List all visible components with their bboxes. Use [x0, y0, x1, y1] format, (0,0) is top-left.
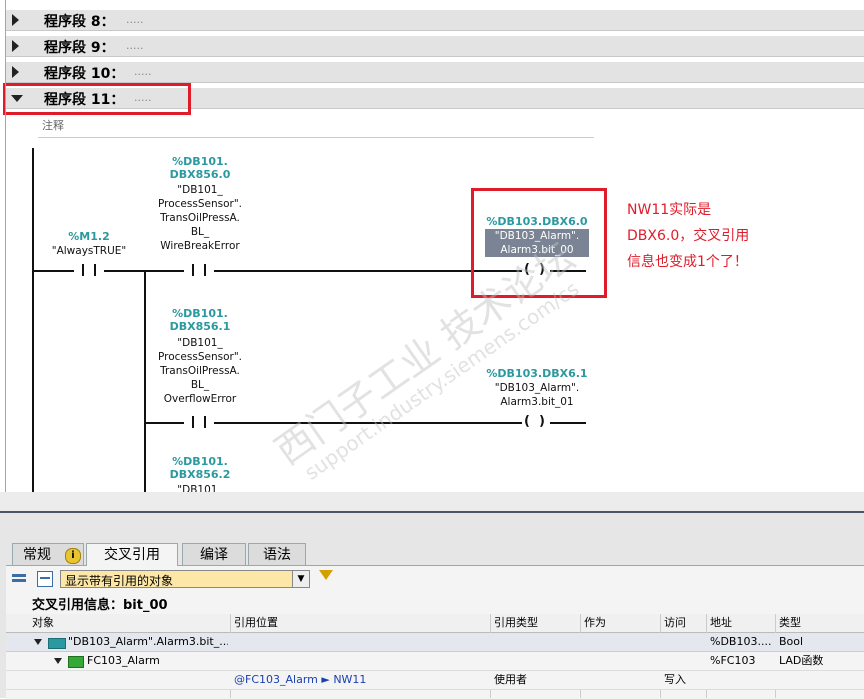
row-object[interactable]: "DB103_Alarm".Alarm3.bit_...	[68, 633, 228, 651]
info-icon: i	[65, 548, 81, 564]
tab-label: 编译	[200, 547, 228, 563]
tag-icon	[48, 638, 66, 649]
col-header-type[interactable]: 类型	[779, 614, 801, 632]
row-access: 写入	[664, 673, 686, 686]
contact-address: %M1.2	[68, 230, 110, 243]
coil-address: %DB103.DBX6.1	[486, 367, 588, 380]
tag-line: OverflowError	[163, 393, 237, 405]
tag-line: "DB101_	[177, 337, 223, 349]
highlight-box-network	[3, 83, 191, 115]
grid-header	[6, 614, 864, 633]
col-header-location[interactable]: 引用位置	[234, 614, 278, 632]
tag-line: "DB103_Alarm".	[494, 382, 580, 394]
expand-arrow-icon[interactable]	[12, 14, 19, 26]
row-location-link[interactable]: @FC103_Alarm ► NW11	[234, 671, 366, 689]
annotation-line: NW11实际是	[627, 202, 712, 218]
row-address: %DB103....	[710, 635, 772, 648]
tag-line: BL_	[190, 226, 210, 238]
filter-value: 显示带有引用的对象	[65, 574, 174, 588]
row-object[interactable]: FC103_Alarm	[87, 652, 160, 670]
address-line: %DB101.	[172, 455, 228, 468]
network-row-10[interactable]: 程序段 10： .....	[6, 62, 864, 83]
network-comment-field[interactable]: 注释	[38, 115, 594, 138]
address-line: %DB101.	[172, 307, 228, 320]
annotation-note: NW11实际是 DBX6.0，交叉引用 信息也变成1个了！	[627, 197, 749, 275]
tag-line: ProcessSensor".	[158, 198, 242, 210]
network-title: 程序段 10：	[44, 66, 125, 82]
tag-line: "DB101_	[177, 484, 223, 492]
coil-bit01[interactable]: ( )	[524, 415, 550, 429]
tab-label: 交叉引用	[104, 547, 160, 563]
tab-label: 语法	[263, 547, 291, 563]
contact-tag-name: "AlwaysTRUE"	[51, 245, 127, 257]
tag-line: Alarm3.bit_01	[500, 396, 574, 408]
tab-cross-reference[interactable]: 交叉引用	[86, 543, 178, 566]
filter-dropdown[interactable]: 显示带有引用的对象 ▼	[60, 570, 310, 588]
address-line: %DB101.	[172, 155, 228, 168]
comment-label: 注释	[42, 119, 64, 132]
address-line: DBX856.0	[169, 168, 231, 181]
tab-compile[interactable]: 编译	[182, 543, 246, 565]
row-address: %FC103	[710, 654, 756, 667]
network-comment: .....	[126, 39, 144, 52]
rung-wire	[34, 270, 74, 272]
network-title: 程序段 9：	[44, 40, 115, 56]
contact-tag-name: "DB101_ ProcessSensor". TransOilPressA. …	[140, 183, 260, 253]
collapse-all-icon[interactable]	[37, 571, 53, 587]
network-row-8[interactable]: 程序段 8： .....	[6, 10, 864, 31]
editor-border	[5, 0, 6, 492]
col-header-access[interactable]: 访问	[664, 614, 686, 632]
row-type: Bool	[779, 635, 804, 648]
rung-wire	[144, 422, 184, 424]
address-line: DBX856.2	[169, 468, 231, 481]
highlight-box-coil	[471, 188, 607, 298]
contact-address: %DB101. DBX856.2	[148, 455, 252, 481]
tab-general[interactable]: 常规 i	[12, 543, 84, 565]
no-contact-wirebreak[interactable]	[184, 264, 214, 276]
coil-tag-name: "DB103_Alarm". Alarm3.bit_01	[485, 381, 589, 409]
tag-line: TransOilPressA.	[160, 365, 240, 377]
splitter[interactable]	[0, 492, 864, 512]
network-comment: .....	[134, 65, 152, 78]
row-type: LAD函数	[779, 654, 824, 667]
contact-address: %DB101. DBX856.1	[148, 307, 252, 333]
expand-arrow-icon[interactable]	[12, 40, 19, 52]
network-title: 程序段 8：	[44, 14, 115, 30]
col-header-object[interactable]: 对象	[32, 614, 54, 632]
expand-all-icon[interactable]	[12, 572, 28, 586]
filter-icon[interactable]	[319, 570, 333, 580]
col-header-as[interactable]: 作为	[584, 614, 606, 632]
collapse-arrow-icon[interactable]	[54, 658, 62, 664]
contact-address: %DB101. DBX856.0	[148, 155, 252, 181]
row-ref-type: 使用者	[494, 673, 527, 686]
tag-line: BL_	[190, 379, 210, 391]
tag-line: TransOilPressA.	[160, 212, 240, 224]
col-header-ref-type[interactable]: 引用类型	[494, 614, 538, 632]
expand-arrow-icon[interactable]	[12, 66, 19, 78]
table-row[interactable]	[6, 671, 864, 690]
contact-tag-name: "DB101_	[140, 483, 260, 492]
tag-line: ProcessSensor".	[158, 351, 242, 363]
annotation-line: 信息也变成1个了！	[627, 254, 748, 270]
tab-syntax[interactable]: 语法	[248, 543, 306, 565]
tag-line: WireBreakError	[160, 240, 240, 252]
network-row-9[interactable]: 程序段 9： .....	[6, 36, 864, 57]
function-block-icon	[68, 656, 84, 668]
contact-tag-name: "DB101_ ProcessSensor". TransOilPressA. …	[140, 336, 260, 406]
rung-wire	[550, 422, 586, 424]
chevron-down-icon[interactable]: ▼	[292, 571, 309, 587]
tab-label: 常规	[23, 547, 51, 563]
annotation-line: DBX6.0，交叉引用	[627, 228, 750, 244]
no-contact-overflow[interactable]	[184, 416, 214, 428]
rung-wire	[214, 422, 522, 424]
col-header-address[interactable]: 地址	[710, 614, 732, 632]
tag-line: "DB101_	[177, 184, 223, 196]
xref-title: 交叉引用信息：bit_00	[32, 598, 168, 613]
no-contact-alwaystrue[interactable]	[74, 264, 104, 276]
power-rail	[32, 148, 34, 492]
collapse-arrow-icon[interactable]	[34, 639, 42, 645]
ladder-editor[interactable]: %M1.2 "AlwaysTRUE" %DB101. DBX856.0 "DB1…	[0, 140, 864, 492]
address-line: DBX856.1	[169, 320, 231, 333]
network-comment: .....	[126, 13, 144, 26]
